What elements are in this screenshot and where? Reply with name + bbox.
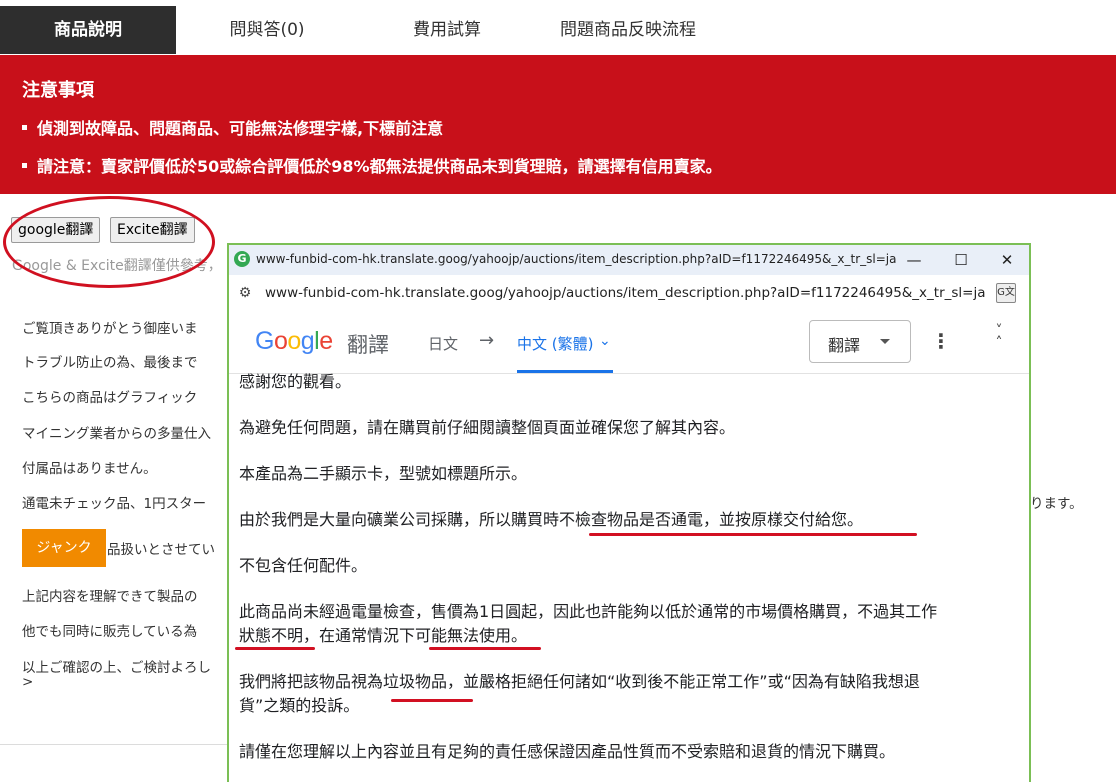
translated-line: 本產品為二手顯示卡，型號如標題所示。 [239, 464, 528, 483]
description-line: マイニング業者からの多量仕入 [22, 426, 211, 442]
url-field[interactable]: www-funbid-com-hk.translate.goog/yahoojp… [265, 285, 985, 301]
description-line: 他でも同時に販売している為 [22, 624, 198, 640]
translated-line: 此商品尚未經過電量檢查，售價為1日圓起，因此也許能夠以低於通常的市場價格購買，不… [239, 602, 938, 621]
description-line: 上記内容を理解できて製品の [22, 589, 198, 605]
tab-qa[interactable]: 問與答(0) [176, 6, 358, 54]
window-title: www-funbid-com-hk.translate.goog/yahoojp… [256, 252, 896, 266]
translated-line: 貨”之類的投訴。 [239, 696, 360, 715]
translated-content: 感謝您的觀看。 為避免任何問題，請在購買前仔細閱讀整個頁面並確保您了解其內容。 … [229, 372, 1029, 782]
translate-popup-window: G www-funbid-com-hk.translate.goog/yahoo… [227, 243, 1031, 782]
google-translate-toolbar: Google 翻譯 日文 → 中文 (繁體) ⌄ 翻譯 ⋮ ˅ ˄ [229, 311, 1029, 374]
maximize-icon[interactable]: ☐ [949, 248, 973, 272]
chevron-down-icon[interactable]: ⌄ [599, 333, 611, 349]
arrow-right-icon: → [479, 330, 495, 351]
source-language[interactable]: 日文 [428, 333, 458, 354]
close-icon[interactable]: ✕ [995, 248, 1019, 272]
excite-translate-button[interactable]: Excite翻譯 [110, 217, 195, 243]
tab-item-description[interactable]: 商品說明 [0, 6, 176, 54]
tab-problem-report[interactable]: 問題商品反映流程 [536, 6, 720, 54]
translated-line: 不包含任何配件。 [239, 556, 368, 575]
junk-badge: ジャンク [22, 529, 106, 567]
description-line: こちらの商品はグラフィック [22, 390, 198, 406]
description-line: > [22, 674, 34, 690]
item-tabs: 商品說明 問與答(0) 費用試算 問題商品反映流程 [0, 6, 1116, 54]
target-language[interactable]: 中文 (繁體) [517, 333, 593, 354]
window-titlebar: G www-funbid-com-hk.translate.goog/yahoo… [229, 245, 1029, 275]
translate-page-icon[interactable]: G文 [996, 283, 1016, 303]
bullet-icon [22, 125, 27, 130]
product-name: 翻譯 [347, 333, 389, 357]
more-options-icon[interactable]: ⋮ [929, 329, 953, 353]
caret-down-icon [880, 339, 890, 344]
notice-title: 注意事項 [22, 80, 94, 101]
divider [0, 744, 228, 745]
translate-button-label: 翻譯 [828, 336, 861, 355]
translated-line: 狀態不明，在通常情況下可能無法使用。 [239, 626, 528, 645]
site-settings-icon[interactable]: ⚙ [236, 284, 254, 302]
minimize-icon[interactable]: — [902, 248, 926, 272]
annotation-underline [391, 699, 473, 702]
description-line-tail: ります。 [1030, 496, 1083, 512]
notice-item: 請注意：賣家評價低於50或綜合評價低於98%都無法提供商品未到貨理賠，請選擇有信… [22, 153, 722, 177]
translated-line: 為避免任何問題，請在購買前仔細閱讀整個頁面並確保您了解其內容。 [239, 418, 736, 437]
description-line: 付属品はありません。 [22, 461, 157, 477]
description-line: トラブル防止の為、最後まで [22, 355, 198, 371]
translated-line: 由於我們是大量向礦業公司採購，所以購買時不檢查物品是否通電，並按原樣交付給您。 [239, 510, 864, 529]
description-line: ご覧頂きありがとう御座いま [22, 321, 198, 337]
translated-line: 我們將把該物品視為垃圾物品，並嚴格拒絕任何諸如“收到後不能正常工作”或“因為有缺… [239, 672, 920, 691]
translate-menu-button[interactable]: 翻譯 [809, 320, 911, 363]
description-line: 品扱いとさせてい [107, 542, 215, 558]
translated-line: 感謝您的觀看。 [239, 372, 352, 391]
target-language-indicator [517, 370, 613, 373]
description-line: 以上ご確認の上、ご検討よろし [22, 660, 211, 676]
translate-disclaimer: Google & Excite翻譯僅供參考， [12, 258, 222, 274]
annotation-underline [429, 647, 541, 650]
annotation-underline [235, 647, 315, 650]
tab-fee-calculator[interactable]: 費用試算 [358, 6, 536, 54]
address-bar: ⚙ www-funbid-com-hk.translate.goog/yahoo… [229, 275, 1029, 311]
bullet-icon [22, 163, 27, 168]
google-favicon-icon: G [234, 251, 250, 267]
notice-panel: 注意事項 偵測到故障品、問題商品、可能無法修理字樣,下標前注意 請注意：賣家評價… [0, 55, 1116, 194]
google-translate-button[interactable]: google翻譯 [11, 217, 101, 243]
google-logo: Google [255, 327, 333, 355]
notice-item: 偵測到故障品、問題商品、可能無法修理字樣,下標前注意 [22, 115, 443, 139]
description-line: 通電未チェック品、1円スター [22, 496, 207, 512]
translated-line: 請僅在您理解以上內容並且有足夠的責任感保證因產品性質而不受索賠和退貨的情況下購買… [239, 742, 896, 761]
collapse-icon[interactable]: ˅ ˄ [989, 324, 1009, 355]
annotation-underline [589, 533, 917, 536]
